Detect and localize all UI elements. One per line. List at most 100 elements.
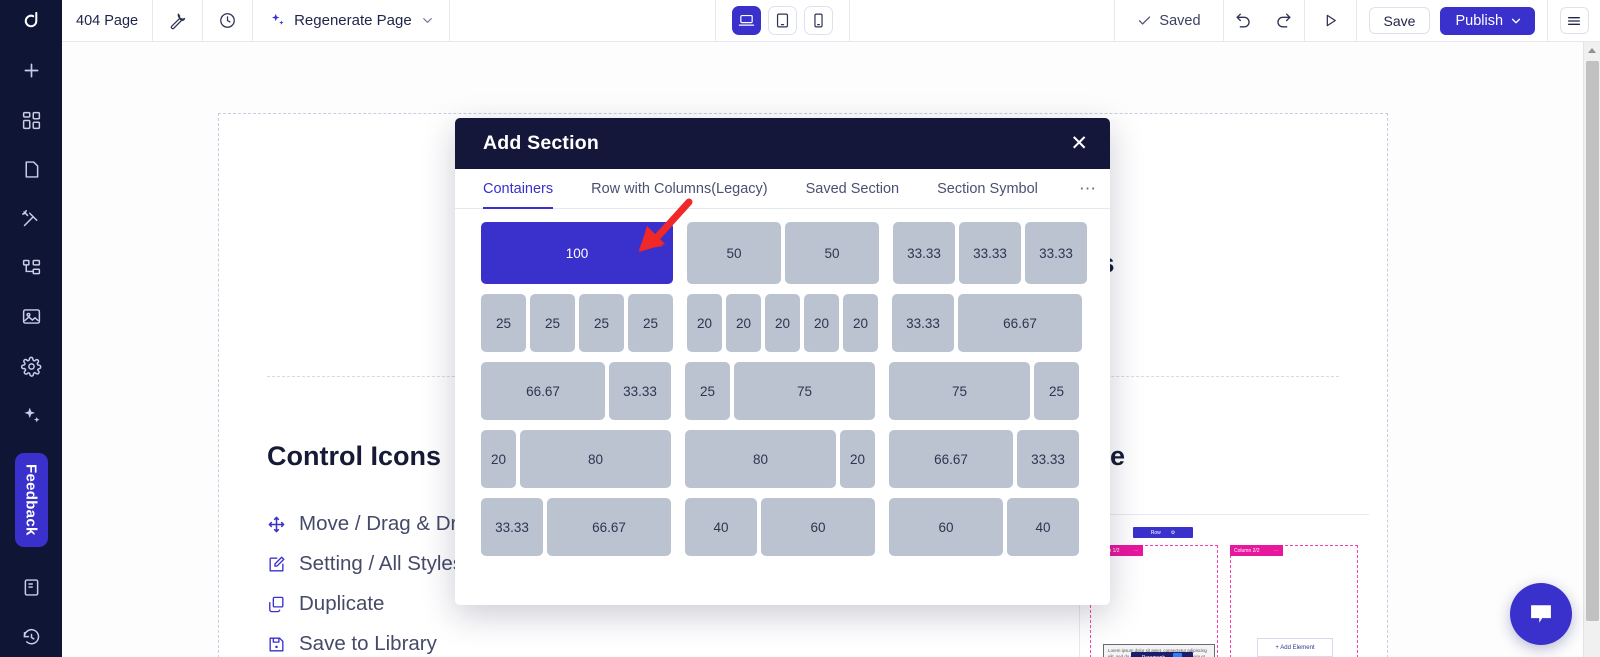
preview-button[interactable] [1305, 0, 1357, 42]
sidebar-bottom-group [11, 551, 51, 657]
layout-column-cell: 33.33 [609, 362, 671, 420]
canvas-scrollbar[interactable] [1583, 42, 1600, 657]
scroll-up-arrow-icon[interactable] [1584, 42, 1600, 59]
layout-option[interactable]: 33.33 33.33 33.33 [893, 222, 1087, 284]
layout-option[interactable]: 20 80 [481, 430, 671, 488]
layout-column-cell: 20 [765, 294, 800, 352]
layout-option[interactable]: 66.67 33.33 [889, 430, 1079, 488]
duplicate-icon [269, 596, 284, 612]
sidebar-item-add[interactable] [11, 51, 51, 90]
layout-option[interactable]: 66.67 33.33 [481, 362, 671, 420]
ellipsis-icon[interactable]: ⋯ [1079, 169, 1096, 209]
layout-row: 33.33 66.67 40 60 60 40 [481, 498, 1084, 556]
list-item-label: Setting / All Styles [299, 552, 464, 575]
layout-option[interactable]: 33.33 66.67 [481, 498, 671, 556]
save-button[interactable]: Save [1368, 7, 1431, 34]
feedback-label: Feedback [22, 464, 40, 536]
layout-column-cell: 25 [628, 294, 673, 352]
history-buttons-group [1224, 0, 1305, 42]
layout-column-cell: 33.33 [1017, 430, 1079, 488]
mini-badge-settings-icon [1173, 653, 1183, 657]
device-mobile-button[interactable] [803, 6, 833, 35]
mini-column-1-dots-icon: ⋯ [1133, 547, 1139, 554]
layout-column-cell: 20 [804, 294, 839, 352]
scrollbar-thumb[interactable] [1586, 61, 1599, 621]
layout-grid: 100 50 50 33.33 33.33 33.33 25 25 25 25 20 20 20 20 20… [455, 209, 1110, 556]
layout-column-cell: 33.33 [1025, 222, 1087, 284]
saved-status: Saved [1115, 0, 1224, 42]
sidebar-item-pages[interactable] [11, 150, 51, 189]
app-root: Feedback 404 Page Regenerate Page Saved … [0, 0, 1600, 657]
sidebar-item-widgets[interactable] [11, 100, 51, 139]
sparkle-icon [272, 13, 284, 25]
list-item: Move / Drag & Dro [267, 504, 469, 544]
layout-option[interactable]: 20 20 20 20 20 [687, 294, 878, 352]
mini-column-2-tag: Column 2/2 ⋯ [1230, 545, 1283, 556]
chevron-down-icon [1511, 18, 1521, 23]
layout-column-cell: 40 [1007, 498, 1079, 556]
clock-icon[interactable] [203, 0, 254, 42]
layout-column-cell: 33.33 [893, 222, 955, 284]
sidebar-item-settings[interactable] [11, 346, 51, 385]
sidebar-item-history[interactable] [11, 617, 51, 657]
mini-column-2: Column 2/2 ⋯ + Add Element [1230, 545, 1358, 657]
mini-column-2-label: Column 2/2 [1234, 547, 1260, 554]
list-item-label: Save to Library [299, 632, 437, 655]
modal-header: Add Section ✕ [455, 118, 1110, 169]
page-name-label[interactable]: 404 Page [62, 0, 154, 42]
mini-row-label: Row ⚙ [1133, 527, 1193, 538]
layout-column-cell: 40 [685, 498, 757, 556]
redo-button[interactable] [1264, 0, 1304, 42]
sidebar-item-docs[interactable] [11, 567, 51, 607]
layout-option[interactable]: 100 [481, 222, 673, 284]
wrench-icon[interactable] [153, 0, 204, 42]
layout-column-cell: 60 [761, 498, 875, 556]
sidebar-item-media[interactable] [11, 297, 51, 336]
tab-row-with-columns-legacy[interactable]: Row with Columns(Legacy) [591, 169, 767, 208]
layout-column-cell: 33.33 [892, 294, 954, 352]
top-toolbar: 404 Page Regenerate Page Saved Save Publ… [62, 0, 1600, 42]
modal-tabs: Containers Row with Columns(Legacy) Save… [455, 169, 1110, 209]
regenerate-page-button[interactable]: Regenerate Page [253, 0, 450, 42]
layout-option[interactable]: 50 50 [687, 222, 879, 284]
layout-option[interactable]: 40 60 [685, 498, 875, 556]
toolbar-spacer-left [450, 0, 716, 42]
layout-column-cell: 20 [726, 294, 761, 352]
saved-label: Saved [1159, 12, 1201, 29]
publish-button[interactable]: Publish [1440, 6, 1536, 35]
layout-option[interactable]: 60 40 [889, 498, 1079, 556]
list-item: Setting / All Styles [267, 544, 469, 584]
layout-column-cell: 33.33 [481, 498, 543, 556]
mini-paragraph-badge: Paragraph [1131, 652, 1193, 657]
layout-option[interactable]: 80 20 [685, 430, 875, 488]
layout-option[interactable]: 33.33 66.67 [892, 294, 1082, 352]
main-menu-button[interactable] [1548, 0, 1600, 42]
list-item-label: Move / Drag & Dro [299, 512, 469, 535]
layout-option[interactable]: 25 75 [685, 362, 875, 420]
publish-actions: Save Publish [1357, 0, 1549, 42]
layout-option[interactable]: 75 25 [889, 362, 1079, 420]
layout-row: 20 80 80 20 66.67 33.33 [481, 430, 1084, 488]
device-desktop-button[interactable] [731, 6, 761, 35]
move-arrows-icon [268, 516, 285, 532]
sidebar-item-style[interactable] [11, 199, 51, 238]
tab-containers[interactable]: Containers [483, 169, 554, 209]
layout-column-cell: 80 [520, 430, 671, 488]
device-tablet-button[interactable] [767, 6, 797, 35]
sidebar-item-structure[interactable] [11, 248, 51, 287]
add-section-modal: Add Section ✕ Containers Row with Column… [455, 118, 1110, 605]
app-logo-icon[interactable] [0, 0, 62, 41]
tab-saved-section[interactable]: Saved Section [806, 169, 900, 208]
publish-label: Publish [1455, 12, 1504, 29]
close-icon[interactable]: ✕ [1070, 133, 1088, 154]
undo-button[interactable] [1224, 0, 1264, 42]
layout-option[interactable]: 25 25 25 25 [481, 294, 673, 352]
layout-row: 66.67 33.33 25 75 75 25 [481, 362, 1084, 420]
sidebar-item-ai[interactable] [11, 396, 51, 435]
feedback-button[interactable]: Feedback [14, 452, 48, 548]
left-sidebar: Feedback [0, 0, 62, 657]
modal-title: Add Section [483, 132, 599, 154]
chat-widget-button[interactable] [1510, 583, 1572, 645]
tab-section-symbol[interactable]: Section Symbol [937, 169, 1038, 208]
layout-column-cell: 25 [1034, 362, 1079, 420]
